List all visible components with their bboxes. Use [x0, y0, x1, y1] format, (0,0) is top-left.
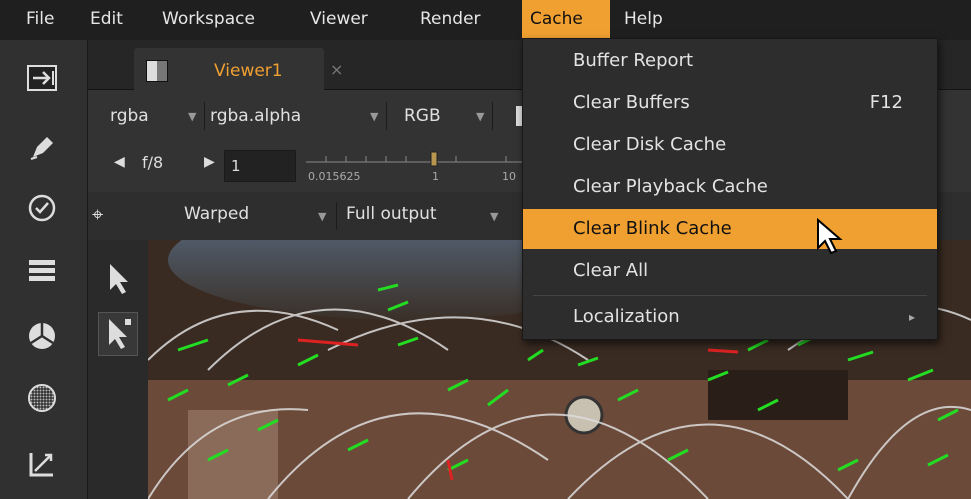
chevron-down-icon[interactable]: ▼ — [318, 210, 326, 223]
menu-item-label: Clear Blink Cache — [573, 218, 732, 239]
fstop-label: f/8 — [142, 153, 164, 172]
import-icon[interactable] — [22, 58, 62, 98]
menu-item-label: Clear All — [573, 260, 649, 281]
tab-label: Viewer1 — [214, 61, 283, 81]
mouse-cursor-icon — [816, 217, 846, 260]
mode-select[interactable]: Warped — [184, 198, 249, 230]
shortcut-label: F12 — [869, 92, 903, 113]
tab-viewer1[interactable]: Viewer1 × — [134, 48, 343, 90]
divider — [386, 102, 387, 130]
chevron-down-icon[interactable]: ▼ — [476, 110, 484, 123]
menu-help[interactable]: Help — [616, 0, 671, 38]
menu-item-label: Buffer Report — [573, 50, 694, 71]
transform-icon[interactable] — [22, 316, 62, 356]
menu-divider — [533, 295, 927, 296]
divider — [204, 102, 205, 130]
frame-input[interactable]: 1 — [224, 150, 296, 182]
gain-slider[interactable]: 0.015625 1 10 — [306, 150, 536, 184]
menu-file[interactable]: File — [18, 0, 62, 38]
channels-select[interactable]: rgba — [110, 100, 149, 132]
pen-icon[interactable] — [22, 126, 62, 166]
menu-item-clear-buffers[interactable]: Clear Buffers F12 — [523, 83, 937, 123]
menu-item-clear-all[interactable]: Clear All — [523, 251, 937, 291]
menu-item-buffer-report[interactable]: Buffer Report — [523, 41, 937, 81]
menu-workspace[interactable]: Workspace — [154, 0, 263, 38]
menu-bar: File Edit Workspace Viewer Render Cache … — [0, 0, 971, 40]
menu-viewer[interactable]: Viewer — [302, 0, 376, 38]
tick-label: 0.015625 — [308, 170, 361, 183]
chevron-down-icon[interactable]: ▼ — [370, 110, 378, 123]
menu-item-clear-blink-cache[interactable]: Clear Blink Cache — [523, 209, 937, 249]
chevron-right-icon: ▸ — [908, 310, 915, 324]
transform-arrow-icon[interactable] — [98, 312, 138, 356]
menu-item-label: Localization — [573, 306, 680, 327]
tick-label: 10 — [502, 170, 516, 183]
clock-icon[interactable] — [22, 188, 62, 228]
increase-icon[interactable]: ▶ — [204, 154, 215, 170]
alpha-channel-select[interactable]: rgba.alpha — [210, 100, 301, 132]
sphere-icon[interactable] — [22, 378, 62, 418]
select-arrow-icon[interactable] — [98, 258, 138, 298]
panel-icon[interactable] — [146, 60, 168, 82]
layers-icon[interactable] — [22, 250, 62, 290]
cache-menu: Buffer Report Clear Buffers F12 Clear Dis… — [522, 38, 938, 340]
divider — [492, 102, 493, 130]
menu-item-label: Clear Buffers — [573, 92, 690, 113]
menu-item-localization[interactable]: Localization ▸ — [523, 297, 937, 337]
output-select[interactable]: Full output — [346, 198, 437, 230]
menu-edit[interactable]: Edit — [82, 0, 131, 38]
menu-item-label: Clear Disk Cache — [573, 134, 727, 155]
decrease-icon[interactable]: ◀ — [114, 154, 125, 170]
menu-item-label: Clear Playback Cache — [573, 176, 768, 197]
tick-label: 1 — [432, 170, 439, 183]
menu-item-clear-playback-cache[interactable]: Clear Playback Cache — [523, 167, 937, 207]
divider — [336, 202, 337, 230]
measure-icon[interactable] — [22, 444, 62, 484]
colorspace-select[interactable]: RGB — [404, 100, 441, 132]
viewer-side-tools — [88, 240, 148, 499]
chevron-down-icon[interactable]: ▼ — [490, 210, 498, 223]
menu-render[interactable]: Render — [412, 0, 489, 38]
close-icon[interactable]: × — [330, 60, 343, 79]
menu-cache[interactable]: Cache — [522, 0, 610, 38]
crosshair-icon[interactable]: ⌖ — [92, 202, 103, 226]
chevron-down-icon[interactable]: ▼ — [188, 110, 196, 123]
left-toolbar — [0, 40, 88, 499]
menu-item-clear-disk-cache[interactable]: Clear Disk Cache — [523, 125, 937, 165]
